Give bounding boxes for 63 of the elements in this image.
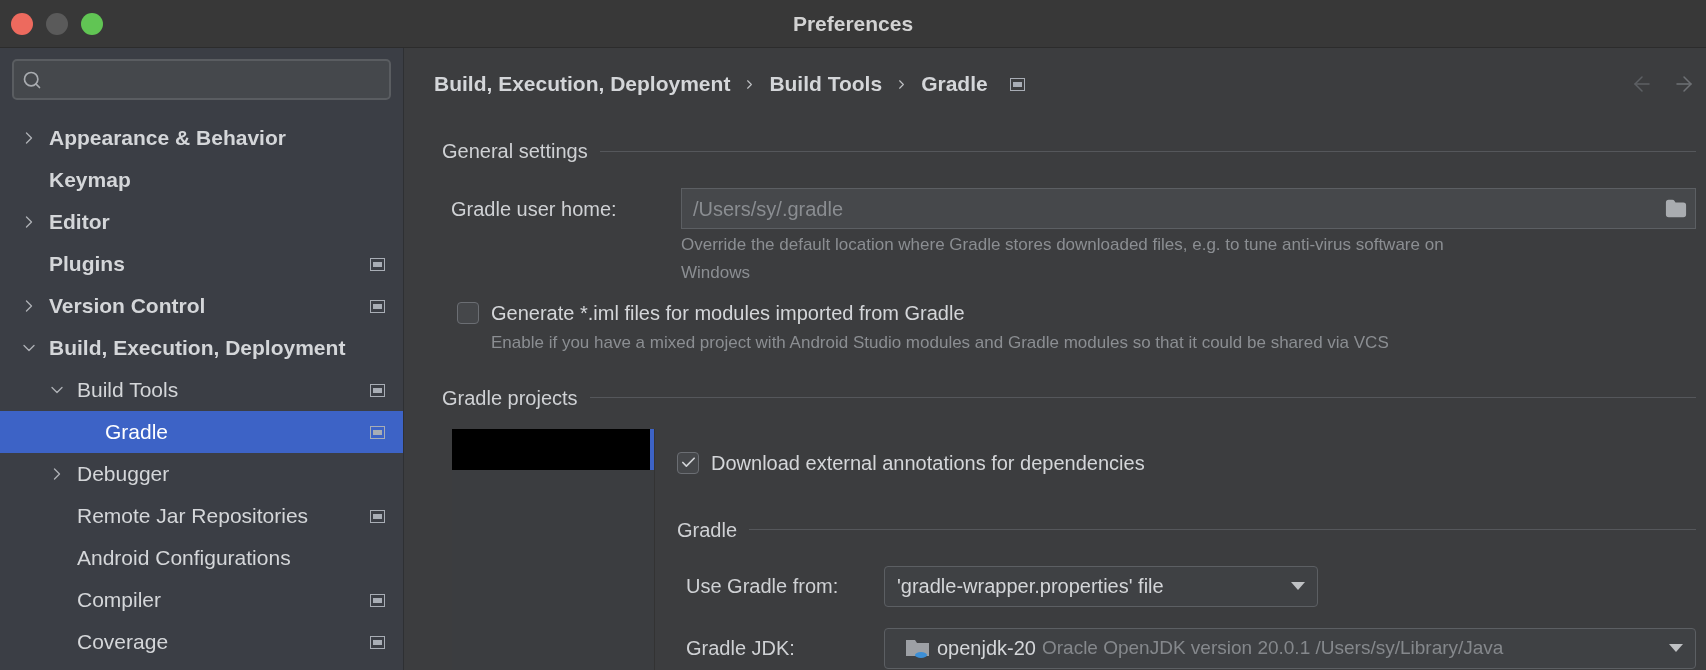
tree-item-label: Android Configurations bbox=[77, 545, 291, 572]
project-scope-icon bbox=[370, 635, 385, 649]
project-scope-icon bbox=[370, 593, 385, 607]
breadcrumb-item[interactable]: Build, Execution, Deployment bbox=[434, 68, 731, 100]
tree-item[interactable]: Coverage bbox=[0, 621, 403, 663]
project-scope-icon bbox=[370, 383, 385, 397]
section-title: General settings bbox=[442, 139, 588, 164]
field-label: Gradle user home: bbox=[451, 196, 618, 222]
tree-item[interactable]: Version Control bbox=[0, 285, 403, 327]
jdk-detail: Oracle OpenJDK version 20.0.1 /Users/sy/Library/Java bbox=[1041, 635, 1505, 660]
section-title: Gradle bbox=[677, 517, 738, 543]
tree-item[interactable]: Keymap bbox=[0, 159, 403, 201]
project-scope-icon bbox=[1009, 77, 1025, 91]
checkbox-label[interactable]: Download external annotations for dependencies bbox=[711, 447, 1145, 478]
search-field[interactable] bbox=[12, 59, 391, 100]
close-window-button[interactable] bbox=[11, 12, 33, 35]
tree-item-label: Build, Execution, Deployment bbox=[49, 335, 346, 362]
dropdown-arrow-icon bbox=[1669, 644, 1683, 652]
project-scope-icon bbox=[370, 509, 385, 523]
checkbox-label[interactable]: Generate *.iml files for modules imported from Gradle bbox=[491, 298, 965, 328]
tree-item[interactable]: Editor bbox=[0, 201, 403, 243]
tree-item-label: Version Control bbox=[49, 293, 206, 320]
tree-item-label: Plugins bbox=[49, 251, 125, 278]
tree-item-label: Appearance & Behavior bbox=[49, 125, 286, 152]
section-title: Gradle projects bbox=[442, 385, 578, 411]
tree-item[interactable]: Remote Jar Repositories bbox=[0, 495, 403, 537]
tree-item-label: Coverage bbox=[77, 629, 169, 656]
field-label: Gradle JDK: bbox=[686, 636, 796, 661]
project-scope-icon bbox=[370, 425, 385, 439]
folder-icon bbox=[905, 637, 931, 659]
tree-item-label: Keymap bbox=[49, 167, 131, 194]
tree-item[interactable]: Debugger bbox=[0, 453, 403, 495]
jdk-name: openjdk-20 bbox=[937, 636, 1036, 661]
hint-text: Override the default location where Gradle stores downloaded files, e.g. to tune anti-virus software on Windows bbox=[681, 234, 1445, 284]
tree-item[interactable]: Gradle bbox=[0, 411, 403, 453]
tree-item[interactable]: Android Configurations bbox=[0, 537, 403, 579]
dropdown-arrow-icon bbox=[1291, 582, 1305, 590]
search-icon bbox=[22, 69, 42, 90]
tree-item-label: Gradle bbox=[105, 419, 169, 446]
gradle-jdk-dropdown[interactable]: openjdk-20 Oracle OpenJDK version 20.0.1 /Users/sy/Library/Java bbox=[884, 627, 1696, 669]
checkbox[interactable] bbox=[457, 302, 479, 324]
field-label: Use Gradle from: bbox=[686, 574, 840, 599]
tree-item[interactable]: Appearance & Behavior bbox=[0, 117, 403, 159]
zoom-window-button[interactable] bbox=[81, 12, 103, 35]
tree-item-label: Editor bbox=[49, 209, 110, 236]
folder-icon[interactable] bbox=[1665, 197, 1687, 220]
gradle-source-dropdown[interactable]: 'gradle-wrapper.properties' file bbox=[884, 565, 1318, 607]
tree-item-label: Compiler bbox=[77, 587, 162, 614]
tree-item[interactable]: Compiler bbox=[0, 579, 403, 621]
field-value: /Users/sy/.gradle bbox=[693, 196, 845, 222]
breadcrumb-item[interactable]: Gradle bbox=[921, 68, 988, 100]
hint-text: Enable if you have a mixed project with Android Studio modules and Gradle modules so that it could be shared via VCS bbox=[491, 332, 1390, 354]
tree-item[interactable]: Build, Execution, Deployment bbox=[0, 327, 403, 369]
tree-item-label: Debugger bbox=[77, 461, 170, 488]
checkbox[interactable] bbox=[677, 451, 699, 474]
tree-item[interactable]: Plugins bbox=[0, 243, 403, 285]
window-title: Preferences bbox=[792, 10, 914, 37]
tree-item[interactable]: Build Tools bbox=[0, 369, 403, 411]
project-scope-icon bbox=[370, 299, 385, 313]
tree-item-label: Build Tools bbox=[77, 377, 179, 404]
tree-item-label: Remote Jar Repositories bbox=[77, 503, 309, 530]
breadcrumb-item[interactable]: Build Tools bbox=[769, 68, 883, 100]
project-scope-icon bbox=[370, 257, 385, 271]
